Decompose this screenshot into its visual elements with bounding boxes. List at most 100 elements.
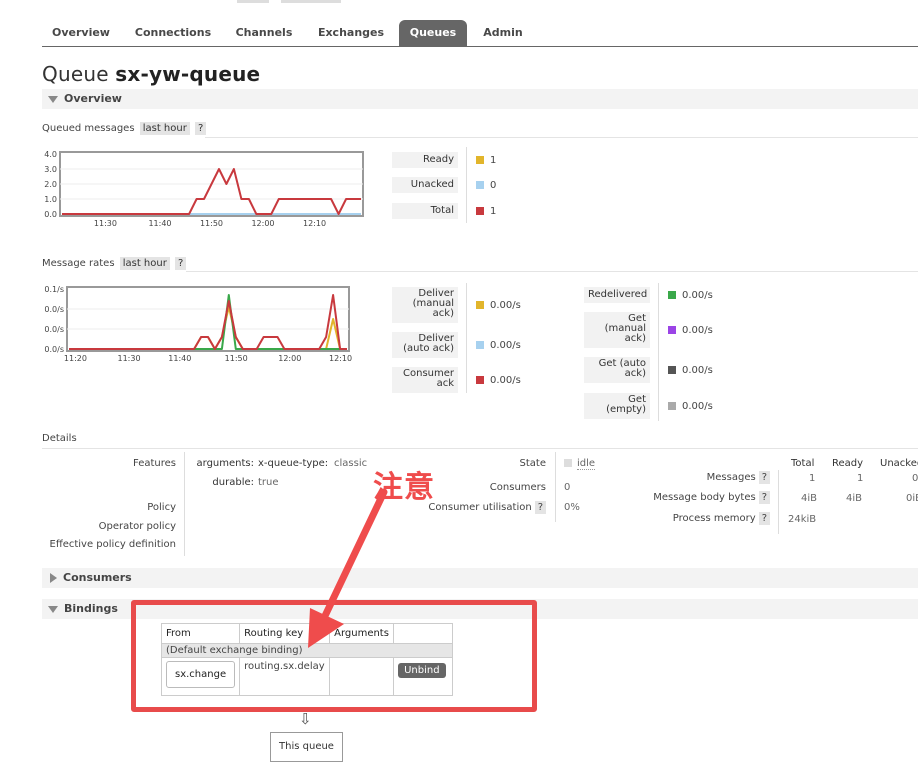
stat-get-manual-value: 0.00/s bbox=[668, 325, 713, 336]
stat-get-manual-label: Get (manual ack) bbox=[584, 312, 650, 348]
get-manual-value: 0.00/s bbox=[682, 325, 713, 336]
arg-key: x-queue-type: bbox=[258, 458, 329, 469]
y-tick-label: 0.0/s bbox=[44, 325, 64, 334]
process-memory-row-label: Process memory? bbox=[600, 512, 770, 525]
consumer-utilisation-value: 0% bbox=[564, 502, 580, 513]
title-prefix: Queue bbox=[42, 62, 109, 86]
tab-admin[interactable]: Admin bbox=[475, 20, 531, 46]
deliver-auto-swatch bbox=[476, 341, 484, 349]
annotation-arrow bbox=[308, 488, 388, 648]
help-button[interactable]: ? bbox=[758, 491, 770, 504]
y-tick-label: 3.0 bbox=[44, 165, 57, 174]
help-button[interactable]: ? bbox=[758, 512, 770, 525]
x-tick-label: 11:20 bbox=[64, 354, 87, 363]
stat-deliver-manual-label: Deliver (manual ack) bbox=[392, 287, 458, 323]
util-text: Consumer utilisation bbox=[428, 502, 532, 513]
x-tick-label: 12:00 bbox=[278, 354, 301, 363]
y-tick-label: 2.0 bbox=[44, 180, 57, 189]
page-title: Queue sx-yw-queue bbox=[42, 62, 260, 86]
tab-connections[interactable]: Connections bbox=[128, 20, 218, 46]
y-tick-label: 0.1/s bbox=[44, 285, 64, 294]
help-button[interactable]: ? bbox=[534, 501, 546, 514]
tab-exchanges[interactable]: Exchanges bbox=[310, 20, 392, 46]
overview-label: Overview bbox=[64, 92, 122, 105]
ready-swatch bbox=[476, 156, 484, 164]
x-tick-label: 11:30 bbox=[94, 219, 117, 228]
stat-consumer-ack-value: 0.00/s bbox=[476, 375, 521, 386]
collapse-triangle-icon bbox=[48, 95, 58, 103]
stat-deliver-auto-label: Deliver (auto ack) bbox=[392, 332, 458, 358]
queued-messages-chart: 4.0 3.0 2.0 1.0 0.0 11:30 11:40 11:50 12:00 12:10 bbox=[44, 150, 364, 228]
down-arrow-icon: ⇩ bbox=[299, 710, 312, 728]
col-ready: Ready bbox=[832, 458, 864, 469]
col-unacked: Unacked bbox=[880, 458, 918, 469]
top-stub bbox=[237, 0, 269, 3]
x-tick-label: 11:50 bbox=[225, 354, 248, 363]
main-nav: Overview Connections Channels Exchanges … bbox=[42, 20, 918, 47]
policy-label: Policy bbox=[147, 502, 176, 513]
help-button[interactable]: ? bbox=[195, 122, 207, 135]
divider bbox=[466, 283, 467, 393]
arg-value: classic bbox=[334, 458, 368, 469]
divider bbox=[184, 452, 185, 556]
consumers-section-header[interactable]: Consumers bbox=[42, 568, 918, 588]
get-manual-swatch bbox=[668, 326, 676, 334]
stat-get-auto-label: Get (auto ack) bbox=[584, 357, 650, 383]
get-auto-swatch bbox=[668, 366, 676, 374]
y-tick-label: 0.0/s bbox=[44, 345, 64, 354]
x-tick-label: 11:40 bbox=[148, 219, 171, 228]
stat-redelivered-label: Redelivered bbox=[584, 287, 650, 303]
x-tick-label: 12:00 bbox=[251, 219, 274, 228]
stat-get-empty-value: 0.00/s bbox=[668, 401, 713, 412]
state-label: State bbox=[519, 458, 546, 469]
this-queue-box: This queue bbox=[270, 732, 343, 762]
arguments-label: arguments: bbox=[196, 458, 254, 469]
body-bytes-text: Message body bytes bbox=[653, 492, 756, 503]
range-selector[interactable]: last hour bbox=[119, 257, 170, 270]
stat-deliver-auto-value: 0.00/s bbox=[476, 340, 521, 351]
unacked-value: 0 bbox=[490, 180, 497, 191]
durable-label: durable: bbox=[212, 477, 254, 488]
details-header: Details bbox=[42, 433, 77, 444]
stat-deliver-manual-value: 0.00/s bbox=[476, 300, 521, 311]
help-button[interactable]: ? bbox=[758, 471, 770, 484]
messages-ready: 1 bbox=[857, 473, 864, 484]
col-total: Total bbox=[791, 458, 815, 469]
message-rates-label: Message rates bbox=[42, 258, 115, 269]
consumer-ack-value: 0.00/s bbox=[490, 375, 521, 386]
state-value: idle bbox=[564, 458, 596, 470]
tab-queues[interactable]: Queues bbox=[399, 20, 467, 46]
divider bbox=[778, 470, 779, 534]
y-tick-label: 0.0/s bbox=[44, 305, 64, 314]
tab-overview[interactable]: Overview bbox=[42, 20, 120, 46]
messages-row-label: Messages? bbox=[600, 471, 770, 484]
stat-total-label: Total bbox=[392, 203, 458, 219]
get-empty-swatch bbox=[668, 402, 676, 410]
body-bytes-row-label: Message body bytes? bbox=[600, 491, 770, 504]
expand-triangle-icon bbox=[50, 573, 57, 583]
deliver-auto-value: 0.00/s bbox=[490, 340, 521, 351]
stat-get-empty-label: Get (empty) bbox=[584, 393, 650, 419]
get-auto-value: 0.00/s bbox=[682, 365, 713, 376]
x-tick-label: 11:50 bbox=[200, 219, 223, 228]
stat-get-auto-value: 0.00/s bbox=[668, 365, 713, 376]
consumer-ack-swatch bbox=[476, 376, 484, 384]
process-memory-text: Process memory bbox=[672, 513, 756, 524]
get-empty-value: 0.00/s bbox=[682, 401, 713, 412]
messages-unacked: 0 bbox=[912, 473, 918, 484]
state-text: idle bbox=[577, 458, 596, 470]
ready-value: 1 bbox=[490, 155, 497, 166]
divider bbox=[466, 147, 467, 223]
redelivered-value: 0.00/s bbox=[682, 290, 713, 301]
range-selector[interactable]: last hour bbox=[139, 122, 190, 135]
divider bbox=[658, 283, 659, 421]
y-tick-label: 0.0 bbox=[44, 210, 57, 219]
overview-section-header[interactable]: Overview bbox=[42, 89, 918, 109]
help-button[interactable]: ? bbox=[175, 257, 187, 270]
redelivered-swatch bbox=[668, 291, 676, 299]
plot-frame bbox=[66, 286, 350, 352]
divider bbox=[42, 448, 918, 449]
message-rates-header: Message rates last hour ? bbox=[42, 257, 187, 270]
effective-policy-label: Effective policy definition bbox=[49, 539, 177, 550]
tab-channels[interactable]: Channels bbox=[226, 20, 302, 46]
